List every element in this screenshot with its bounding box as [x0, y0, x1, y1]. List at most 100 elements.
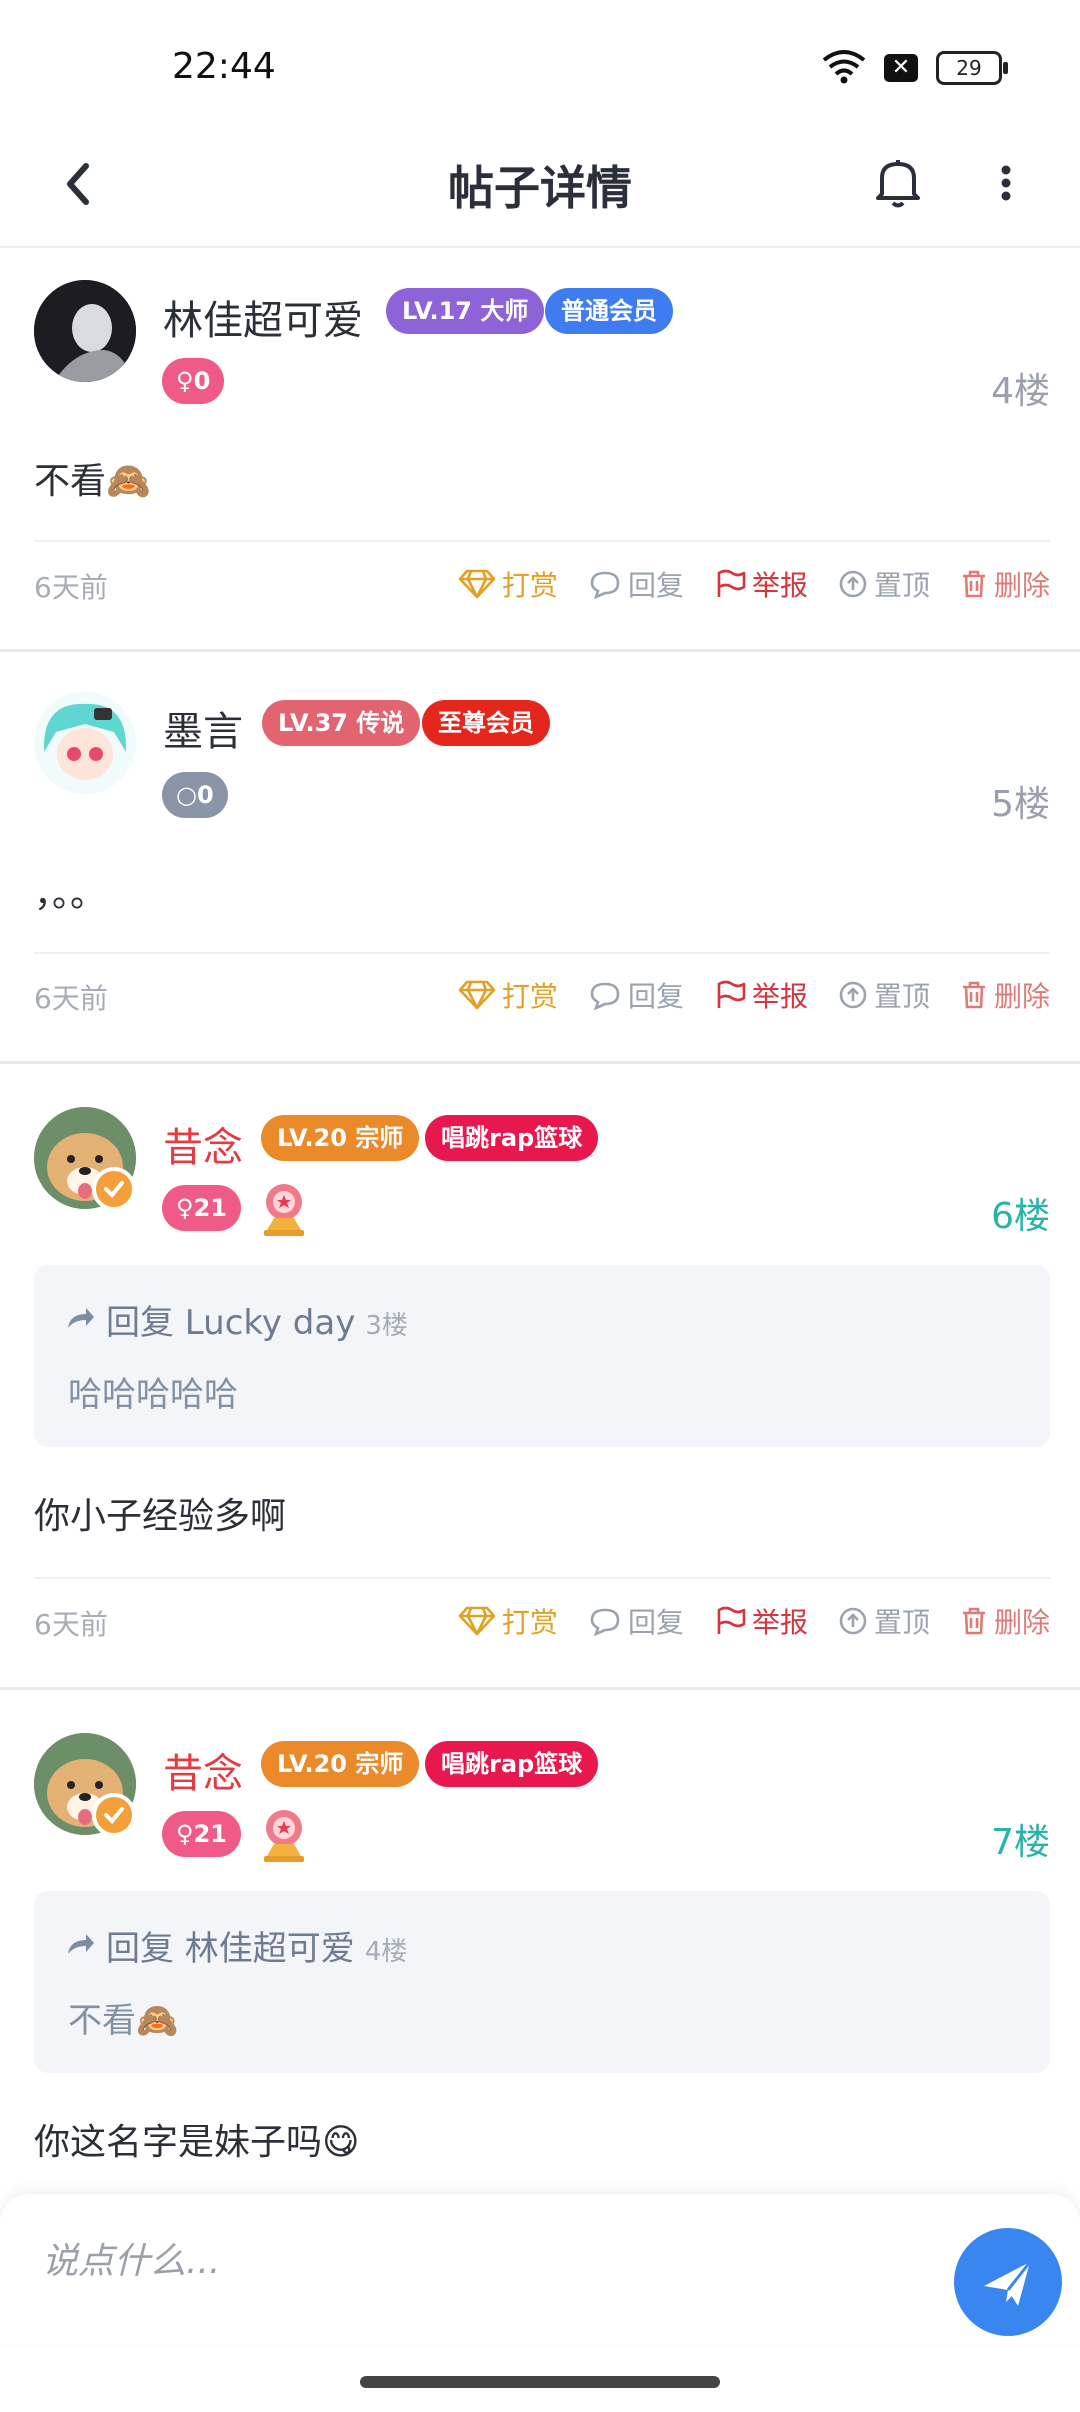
- post-time: 6天前: [34, 982, 108, 1015]
- chat-bubble-icon: [590, 982, 620, 1010]
- user-name[interactable]: 墨言: [163, 699, 243, 757]
- pin-button[interactable]: 置顶: [838, 1601, 930, 1641]
- comment-item: 林佳超可爱 LV.17 大师 普通会员 ♀0 4楼 不看🙈 6天前 打赏 回复 …: [0, 248, 1080, 648]
- medal-icon: [256, 1180, 312, 1242]
- reply-button[interactable]: 回复: [588, 564, 684, 604]
- gender-badge: ♀21: [162, 1811, 241, 1857]
- post-time: 6天前: [34, 571, 108, 604]
- floor-label: 6楼: [991, 1196, 1050, 1237]
- quoted-reply[interactable]: 回复 Lucky day 3楼 哈哈哈哈哈: [34, 1265, 1050, 1447]
- member-badge: 普通会员: [545, 288, 673, 334]
- member-badge: 至尊会员: [422, 700, 550, 746]
- member-badge: 唱跳rap篮球: [425, 1741, 599, 1787]
- flag-icon: [717, 980, 746, 1008]
- reward-label: 打赏: [501, 569, 558, 602]
- verified-icon: [92, 1793, 136, 1837]
- reply-button[interactable]: 回复: [588, 1601, 684, 1641]
- action-bar: 打赏 回复 举报 置顶 删除: [458, 564, 1050, 604]
- diamond-icon: [458, 980, 496, 1010]
- separator: [34, 952, 1050, 954]
- comment-text: 不看🙈: [34, 461, 151, 502]
- pin-label: 置顶: [873, 569, 930, 602]
- reward-label: 打赏: [501, 980, 558, 1013]
- user-name[interactable]: 昔念: [163, 1115, 243, 1173]
- delete-button[interactable]: 删除: [960, 1601, 1050, 1641]
- quoted-reply-header: 回复 Lucky day 3楼: [64, 1295, 408, 1344]
- reply-button[interactable]: 回复: [588, 975, 684, 1015]
- pin-button[interactable]: 置顶: [838, 564, 930, 604]
- verified-icon: [92, 1167, 136, 1211]
- quoted-reply-user: 回复 林佳超可爱: [106, 1929, 355, 1969]
- arrow-up-circle-icon: [839, 1607, 867, 1635]
- trash-icon: [962, 981, 985, 1009]
- reward-label: 打赏: [501, 1606, 558, 1639]
- status-icons: ✕ 29: [822, 48, 1008, 88]
- status-bar: 22:44 ✕ 29: [0, 0, 1080, 130]
- floor-label: 5楼: [991, 784, 1050, 825]
- action-bar: 打赏 回复 举报 置顶 删除: [458, 1601, 1050, 1641]
- comment-item: 昔念 LV.20 宗师 唱跳rap篮球 ♀21 6楼 回复 Lucky day …: [0, 1067, 1080, 1687]
- notification-button[interactable]: [868, 150, 928, 214]
- separator: [34, 1577, 1050, 1579]
- reward-button[interactable]: 打赏: [458, 564, 558, 604]
- quoted-reply-user: 回复 Lucky day: [106, 1303, 356, 1343]
- reply-label: 回复: [627, 980, 684, 1013]
- chat-bubble-icon: [590, 571, 620, 599]
- more-vertical-icon: [1001, 165, 1011, 201]
- avatar-image: [34, 692, 136, 794]
- gender-badge: ○0: [162, 772, 228, 818]
- comment-composer: [0, 2194, 1080, 2344]
- comment-item: 昔念 LV.20 宗师 唱跳rap篮球 ♀21 7楼 回复 林佳超可爱 4楼 不…: [0, 1693, 1080, 2193]
- medal-icon: [256, 1806, 312, 1868]
- post-time: 6天前: [34, 1608, 108, 1641]
- report-button[interactable]: 举报: [714, 1601, 808, 1641]
- delete-label: 删除: [993, 980, 1050, 1013]
- pin-label: 置顶: [873, 1606, 930, 1639]
- delete-button[interactable]: 删除: [960, 975, 1050, 1015]
- post-divider: [0, 1687, 1080, 1690]
- close-box-icon: ✕: [884, 54, 918, 82]
- battery-icon: 29: [936, 51, 1008, 85]
- quoted-reply-header: 回复 林佳超可爱 4楼: [64, 1921, 407, 1970]
- avatar[interactable]: [34, 280, 136, 382]
- home-indicator: [360, 2376, 720, 2388]
- comment-text: 你这名字是妹子吗😋: [34, 2122, 360, 2163]
- send-icon: [984, 2261, 1032, 2306]
- comment-item: 墨言 LV.37 传说 至尊会员 ○0 5楼 ，。。 6天前 打赏 回复 举报 …: [0, 655, 1080, 1055]
- gender-badge: ♀0: [162, 358, 225, 404]
- quoted-reply-text: 不看🙈: [68, 2001, 179, 2041]
- comment-text: ，。。: [34, 874, 107, 915]
- avatar[interactable]: [34, 692, 136, 794]
- arrow-up-circle-icon: [839, 981, 867, 1009]
- reward-button[interactable]: 打赏: [458, 1601, 558, 1641]
- gender-badge: ♀21: [162, 1185, 241, 1231]
- pin-button[interactable]: 置顶: [838, 975, 930, 1015]
- level-badge: LV.17 大师: [386, 288, 545, 334]
- member-badge: 唱跳rap篮球: [425, 1115, 599, 1161]
- delete-button[interactable]: 删除: [960, 564, 1050, 604]
- level-badge: LV.20 宗师: [261, 1115, 420, 1161]
- user-name[interactable]: 昔念: [163, 1741, 243, 1799]
- report-label: 举报: [751, 980, 808, 1013]
- separator: [34, 540, 1050, 542]
- arrow-up-circle-icon: [839, 570, 867, 598]
- flag-icon: [717, 569, 746, 597]
- level-badge: LV.20 宗师: [261, 1741, 420, 1787]
- reply-label: 回复: [627, 1606, 684, 1639]
- send-button[interactable]: [954, 2228, 1062, 2336]
- wifi-icon: [822, 48, 866, 88]
- reward-button[interactable]: 打赏: [458, 975, 558, 1015]
- user-name[interactable]: 林佳超可爱: [163, 288, 363, 346]
- quoted-reply-floor: 4楼: [364, 1937, 408, 1967]
- reply-arrow-icon: [68, 1934, 94, 1954]
- post-divider: [0, 649, 1080, 652]
- report-button[interactable]: 举报: [714, 564, 808, 604]
- bell-icon: [876, 160, 920, 208]
- more-button[interactable]: [986, 150, 1026, 214]
- comment-text: 你小子经验多啊: [34, 1496, 287, 1537]
- report-button[interactable]: 举报: [714, 975, 808, 1015]
- comment-input[interactable]: [40, 2230, 924, 2292]
- status-time: 22:44: [172, 46, 276, 87]
- quoted-reply[interactable]: 回复 林佳超可爱 4楼 不看🙈: [34, 1891, 1050, 2073]
- delete-label: 删除: [993, 569, 1050, 602]
